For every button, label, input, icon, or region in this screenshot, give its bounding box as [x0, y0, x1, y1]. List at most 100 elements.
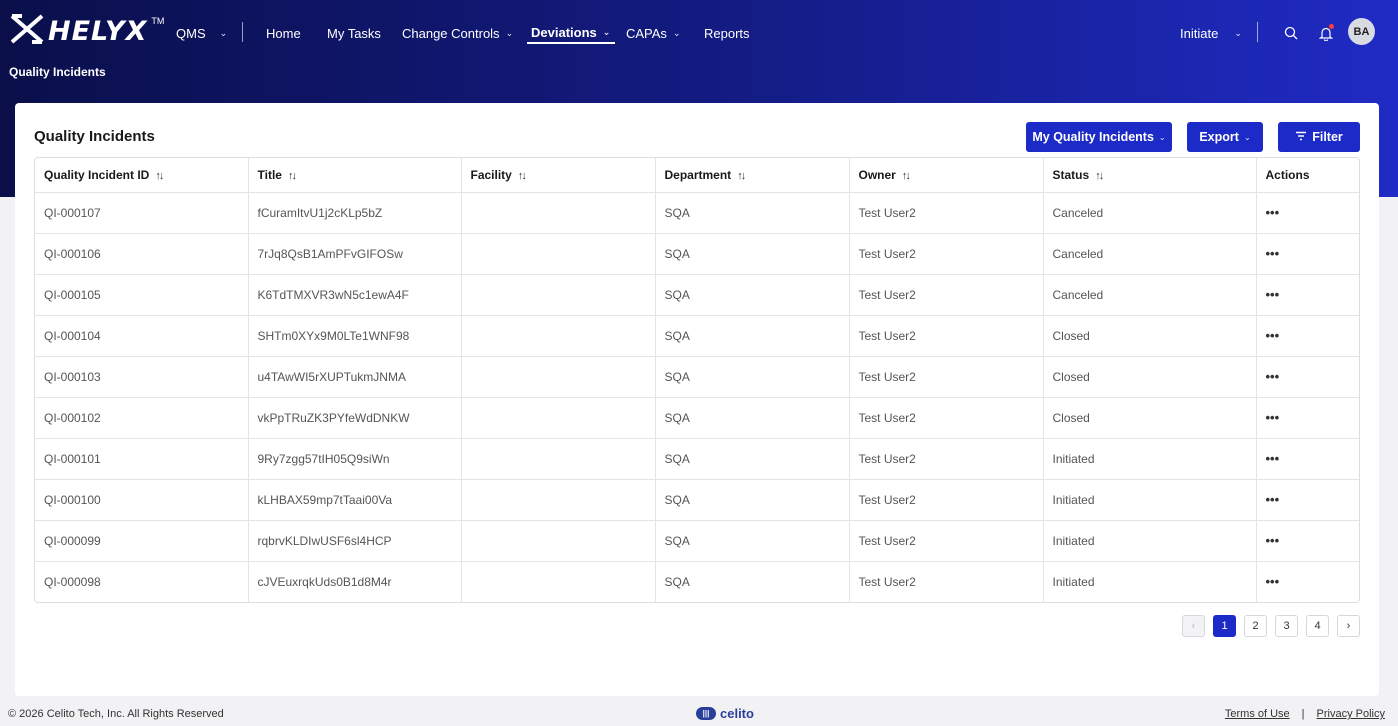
page-button[interactable]: 3 [1275, 615, 1298, 637]
nav-divider [1257, 22, 1258, 42]
table-row[interactable]: QI-000104 SHTm0XYx9M0LTe1WNF98 SQA Test Use… [35, 315, 1359, 357]
incident-id-cell[interactable]: QI-000098 [35, 561, 249, 602]
sort-icon[interactable]: ↑↓ [902, 170, 911, 182]
actions-cell: ••• [1256, 233, 1359, 275]
column-header-status[interactable]: Status ↑↓ [1043, 158, 1257, 193]
initiate-dropdown[interactable]: Initiate ⌄ [1180, 22, 1242, 44]
more-icon[interactable]: ••• [1266, 328, 1280, 343]
incident-id-cell[interactable]: QI-000103 [35, 356, 249, 398]
status-cell: Initiated [1043, 520, 1257, 562]
department-cell: SQA [655, 561, 850, 602]
incident-id-cell[interactable]: QI-000106 [35, 233, 249, 275]
column-header-title[interactable]: Title ↑↓ [248, 158, 462, 193]
incident-id-cell[interactable]: QI-000100 [35, 479, 249, 521]
bell-icon[interactable] [1317, 24, 1335, 42]
page-title: Quality Incidents [34, 128, 155, 145]
table-row[interactable]: QI-000105 K6TdTMXVR3wN5c1ewA4F SQA Test Use… [35, 274, 1359, 316]
column-header-actions: Actions [1256, 158, 1359, 193]
column-header-facility[interactable]: Facility ↑↓ [461, 158, 656, 193]
actions-cell: ••• [1256, 397, 1359, 439]
more-icon[interactable]: ••• [1266, 533, 1280, 548]
incident-id-cell[interactable]: QI-000099 [35, 520, 249, 562]
facility-cell [461, 438, 656, 480]
more-icon[interactable]: ••• [1266, 287, 1280, 302]
chevron-down-icon: ⌄ [219, 27, 228, 38]
sort-icon[interactable]: ↑↓ [1095, 170, 1104, 182]
department-cell: SQA [655, 520, 850, 562]
owner-cell: Test User2 [849, 520, 1044, 562]
incident-id-cell[interactable]: QI-000101 [35, 438, 249, 480]
more-icon[interactable]: ••• [1266, 369, 1280, 384]
department-cell: SQA [655, 274, 850, 316]
facility-cell [461, 397, 656, 439]
department-cell: SQA [655, 192, 850, 234]
status-cell: Closed [1043, 356, 1257, 398]
status-cell: Initiated [1043, 438, 1257, 480]
module-switcher[interactable]: QMS ⌄ [176, 22, 227, 44]
column-label: Status [1052, 167, 1090, 182]
table-row[interactable]: QI-000103 u4TAwWI5rXUPTukmJNMA SQA Test Use… [35, 356, 1359, 398]
incident-id-cell[interactable]: QI-000107 [35, 192, 249, 234]
actions-cell: ••• [1256, 192, 1359, 234]
nav-divider [242, 22, 243, 42]
page-button[interactable]: 1 [1213, 615, 1236, 637]
terms-link[interactable]: Terms of Use [1225, 708, 1290, 720]
incident-id-cell[interactable]: QI-000102 [35, 397, 249, 439]
nav-change-controls[interactable]: Change Controls ⌄ [402, 22, 513, 44]
helyx-logo[interactable]: HELYX TM [10, 13, 164, 48]
more-icon[interactable]: ••• [1266, 574, 1280, 589]
filter-button[interactable]: Filter [1278, 122, 1360, 152]
status-cell: Canceled [1043, 274, 1257, 316]
prev-page-button[interactable]: ‹ [1182, 615, 1205, 637]
column-header-id[interactable]: Quality Incident ID ↑↓ [35, 158, 249, 193]
table-row[interactable]: QI-000099 rqbrvKLDIwUSF6sl4HCP SQA Test Use… [35, 520, 1359, 562]
more-icon[interactable]: ••• [1266, 246, 1280, 261]
more-icon[interactable]: ••• [1266, 410, 1280, 425]
department-cell: SQA [655, 233, 850, 275]
nav-reports[interactable]: Reports [704, 22, 750, 44]
sort-icon[interactable]: ↑↓ [155, 170, 164, 182]
owner-cell: Test User2 [849, 233, 1044, 275]
nav-home[interactable]: Home [266, 22, 301, 44]
title-cell: 9Ry7zgg57tIH05Q9siWn [248, 438, 462, 480]
nav-reports-label: Reports [704, 25, 750, 41]
table-row[interactable]: QI-000100 kLHBAX59mp7tTaai00Va SQA Test Use… [35, 479, 1359, 521]
more-icon[interactable]: ••• [1266, 451, 1280, 466]
status-cell: Canceled [1043, 192, 1257, 234]
nav-my-tasks[interactable]: My Tasks [327, 22, 381, 44]
status-cell: Closed [1043, 315, 1257, 357]
privacy-link[interactable]: Privacy Policy [1317, 708, 1385, 720]
column-label: Department [664, 167, 732, 182]
incident-id-cell[interactable]: QI-000105 [35, 274, 249, 316]
table-row[interactable]: QI-000102 vkPpTRuZK3PYfeWdDNKW SQA Test Use… [35, 397, 1359, 439]
my-quality-incidents-button[interactable]: My Quality Incidents ⌄ [1026, 122, 1172, 152]
table-row[interactable]: QI-000101 9Ry7zgg57tIH05Q9siWn SQA Test Use… [35, 438, 1359, 480]
nav-capas[interactable]: CAPAs ⌄ [626, 22, 680, 44]
incident-id-cell[interactable]: QI-000104 [35, 315, 249, 357]
sort-icon[interactable]: ↑↓ [288, 170, 297, 182]
status-cell: Closed [1043, 397, 1257, 439]
table-row[interactable]: QI-000098 cJVEuxrqkUds0B1d8M4r SQA Test Use… [35, 561, 1359, 602]
page-button[interactable]: 2 [1244, 615, 1267, 637]
table-row[interactable]: QI-000106 7rJq8QsB1AmPFvGIFOSw SQA Test Use… [35, 233, 1359, 275]
next-page-button[interactable]: › [1337, 615, 1360, 637]
owner-cell: Test User2 [849, 438, 1044, 480]
column-header-department[interactable]: Department ↑↓ [655, 158, 850, 193]
footer-links: Terms of Use | Privacy Policy [1225, 708, 1385, 720]
breadcrumb: Quality Incidents [9, 65, 106, 79]
department-cell: SQA [655, 438, 850, 480]
column-header-owner[interactable]: Owner ↑↓ [849, 158, 1044, 193]
sort-icon[interactable]: ↑↓ [518, 170, 527, 182]
sort-icon[interactable]: ↑↓ [737, 170, 746, 182]
chevron-down-icon: ⌄ [602, 26, 611, 37]
export-button[interactable]: Export ⌄ [1187, 122, 1263, 152]
status-cell: Initiated [1043, 561, 1257, 602]
page-button[interactable]: 4 [1306, 615, 1329, 637]
nav-my-tasks-label: My Tasks [327, 25, 381, 41]
avatar[interactable]: BA [1348, 18, 1375, 45]
search-icon[interactable] [1282, 24, 1300, 42]
more-icon[interactable]: ••• [1266, 205, 1280, 220]
nav-deviations[interactable]: Deviations ⌄ [527, 22, 616, 44]
table-row[interactable]: QI-000107 fCuramItvU1j2cKLp5bZ SQA Test Use… [35, 192, 1359, 234]
more-icon[interactable]: ••• [1266, 492, 1280, 507]
